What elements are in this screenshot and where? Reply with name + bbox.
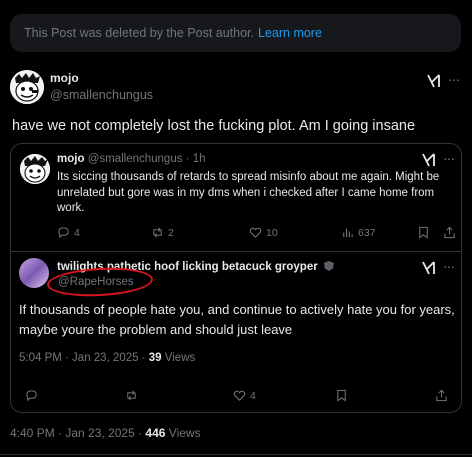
reply-author-handle[interactable]: @RapeHorses — [53, 274, 139, 290]
views-count: 637 — [358, 226, 376, 239]
post-time[interactable]: 1h — [193, 153, 206, 165]
divider — [0, 454, 472, 455]
grok-icon[interactable] — [421, 261, 437, 275]
verified-shield-icon — [323, 261, 334, 271]
reply-icon — [26, 390, 37, 402]
repost-button[interactable] — [125, 389, 138, 402]
reply-meta: 5:04 PM · Jan 23, 2025 · 39 Views — [19, 352, 195, 364]
more-icon[interactable]: ··· — [443, 150, 455, 166]
bookmark-button[interactable] — [417, 226, 430, 239]
post-timestamp[interactable]: 4:40 PM · Jan 23, 2025 · — [10, 426, 142, 440]
views-icon — [343, 228, 353, 238]
like-button[interactable]: 10 — [249, 226, 278, 239]
quoted-post-text: Its siccing thousands of retards to spre… — [57, 171, 440, 214]
avatar[interactable] — [20, 154, 50, 184]
share-icon — [444, 226, 455, 239]
author-name[interactable]: mojo — [57, 153, 84, 165]
author-name[interactable]: mojo — [50, 71, 79, 85]
author-handle[interactable]: @smallenchungus — [50, 88, 153, 102]
reply-views-count: 39 — [148, 352, 162, 364]
like-icon — [233, 390, 246, 401]
post-text: have we not completely lost the fucking … — [12, 118, 416, 134]
repost-button[interactable]: 2 — [151, 226, 174, 239]
reply-icon — [58, 227, 69, 239]
bookmark-icon — [419, 226, 428, 239]
like-button[interactable]: 4 — [233, 389, 256, 402]
like-icon — [249, 227, 262, 238]
main-post-header: mojo @smallenchungus ··· — [10, 70, 462, 110]
deleted-post-notice: This Post was deleted by the Post author… — [10, 14, 461, 52]
grok-icon[interactable] — [426, 74, 442, 88]
like-count: 10 — [266, 226, 278, 239]
post-meta: 4:40 PM · Jan 23, 2025 · 446 Views — [10, 426, 201, 440]
like-count: 4 — [250, 389, 256, 402]
reply-timestamp[interactable]: 5:04 PM · Jan 23, 2025 · — [19, 352, 146, 364]
reply-count: 4 — [74, 226, 80, 239]
separator: · — [185, 153, 190, 165]
author-handle[interactable]: @smallenchungus — [88, 153, 183, 165]
reply-action-bar: 4 — [11, 389, 461, 405]
share-button[interactable] — [443, 226, 456, 239]
reply-button[interactable] — [25, 389, 38, 402]
share-button[interactable] — [435, 389, 448, 402]
quoted-author-line: mojo @smallenchungus · 1h — [57, 153, 206, 165]
learn-more-link[interactable]: Learn more — [258, 26, 322, 40]
action-bar: 4 2 10 637 — [57, 226, 457, 242]
share-icon — [436, 389, 447, 402]
grok-icon[interactable] — [421, 153, 437, 167]
bookmark-button[interactable] — [335, 389, 348, 402]
deleted-notice-text: This Post was deleted by the Post author… — [24, 26, 254, 40]
views-label: Views — [168, 426, 201, 440]
repost-icon — [153, 227, 162, 238]
reply-views-label: Views — [164, 352, 196, 364]
repost-count: 2 — [168, 226, 174, 239]
more-icon[interactable]: ··· — [443, 258, 455, 274]
avatar[interactable] — [19, 258, 49, 288]
reply-text: If thousands of people hate you, and con… — [19, 302, 455, 337]
bookmark-icon — [337, 389, 346, 402]
avatar[interactable] — [10, 70, 44, 104]
reply-button[interactable]: 4 — [57, 226, 80, 239]
repost-icon — [127, 390, 136, 401]
more-icon[interactable]: ··· — [448, 71, 460, 87]
quoted-thread[interactable]: mojo @smallenchungus · 1h ··· Its siccin… — [10, 143, 462, 413]
divider — [11, 251, 461, 252]
views-button[interactable]: 637 — [341, 226, 376, 239]
views-count: 446 — [145, 426, 166, 440]
